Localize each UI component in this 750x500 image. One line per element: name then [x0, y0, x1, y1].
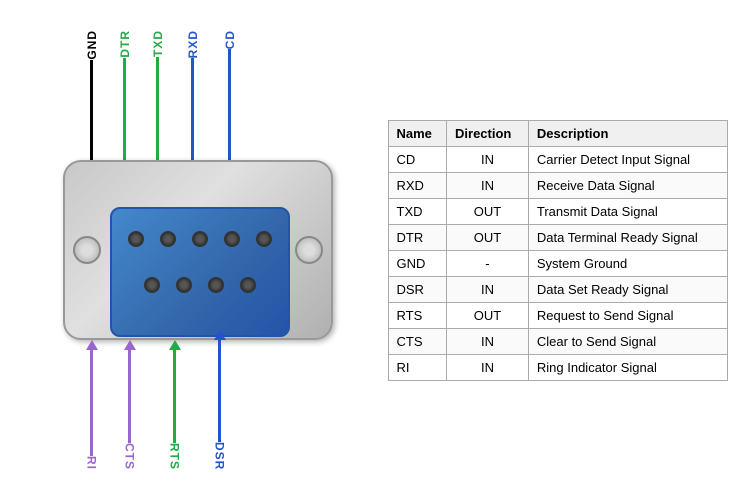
table-row: RIINRing Indicator Signal: [388, 354, 727, 380]
cell-direction: IN: [447, 354, 529, 380]
col-header-name: Name: [388, 120, 447, 146]
connector-body-wrapper: [63, 140, 333, 360]
pin-5: [256, 231, 272, 247]
arrow-rts: RTS: [168, 340, 182, 470]
col-header-description: Description: [528, 120, 727, 146]
cell-direction: -: [447, 250, 529, 276]
table-row: RXDINReceive Data Signal: [388, 172, 727, 198]
connector-diagram: GND DTR TXD RXD CD: [23, 20, 383, 480]
pin-1: [128, 231, 144, 247]
table-row: CTSINClear to Send Signal: [388, 328, 727, 354]
cell-direction: IN: [447, 276, 529, 302]
pin-row-bottom: [112, 277, 288, 293]
screw-hole-left: [73, 236, 101, 264]
col-header-direction: Direction: [447, 120, 529, 146]
pin-8: [208, 277, 224, 293]
pin-3: [192, 231, 208, 247]
cell-name: DTR: [388, 224, 447, 250]
db9-table: Name Direction Description CDINCarrier D…: [388, 120, 728, 381]
label-rxd: RXD: [186, 30, 200, 58]
cell-name: RTS: [388, 302, 447, 328]
pin-4: [224, 231, 240, 247]
cell-name: CD: [388, 146, 447, 172]
cell-description: Receive Data Signal: [528, 172, 727, 198]
cell-direction: IN: [447, 328, 529, 354]
label-txd: TXD: [151, 30, 165, 57]
pin-2: [160, 231, 176, 247]
label-gnd: GND: [85, 30, 99, 60]
label-dtr: DTR: [118, 30, 132, 58]
cell-description: Carrier Detect Input Signal: [528, 146, 727, 172]
arrow-ri: RI: [85, 340, 99, 470]
pin-7: [176, 277, 192, 293]
cell-direction: OUT: [447, 198, 529, 224]
pin-row-top: [112, 231, 288, 247]
cell-direction: IN: [447, 146, 529, 172]
arrow-cts: CTS: [123, 340, 137, 470]
table-row: TXDOUTTransmit Data Signal: [388, 198, 727, 224]
arrow-dsr: DSR: [213, 330, 227, 470]
table-row: DSRINData Set Ready Signal: [388, 276, 727, 302]
signal-table: Name Direction Description CDINCarrier D…: [388, 120, 728, 381]
cell-description: Data Set Ready Signal: [528, 276, 727, 302]
cell-description: Data Terminal Ready Signal: [528, 224, 727, 250]
cell-name: DSR: [388, 276, 447, 302]
cell-name: RI: [388, 354, 447, 380]
cell-name: GND: [388, 250, 447, 276]
cell-name: CTS: [388, 328, 447, 354]
cell-description: System Ground: [528, 250, 727, 276]
cell-description: Transmit Data Signal: [528, 198, 727, 224]
cell-description: Request to Send Signal: [528, 302, 727, 328]
connector-metal-body: [63, 160, 333, 340]
label-dsr: DSR: [213, 442, 227, 470]
screw-hole-right: [295, 236, 323, 264]
table-row: DTROUTData Terminal Ready Signal: [388, 224, 727, 250]
main-container: GND DTR TXD RXD CD: [0, 0, 750, 500]
label-cts: CTS: [123, 443, 137, 470]
cell-name: RXD: [388, 172, 447, 198]
cell-name: TXD: [388, 198, 447, 224]
table-row: CDINCarrier Detect Input Signal: [388, 146, 727, 172]
table-header-row: Name Direction Description: [388, 120, 727, 146]
table-row: GND-System Ground: [388, 250, 727, 276]
cell-direction: IN: [447, 172, 529, 198]
table-row: RTSOUTRequest to Send Signal: [388, 302, 727, 328]
label-rts: RTS: [168, 443, 182, 470]
label-cd: CD: [223, 30, 237, 49]
pin-9: [240, 277, 256, 293]
label-ri: RI: [85, 456, 99, 470]
cell-description: Clear to Send Signal: [528, 328, 727, 354]
table-body: CDINCarrier Detect Input SignalRXDINRece…: [388, 146, 727, 380]
blue-connector-inner: [110, 207, 290, 337]
cell-direction: OUT: [447, 302, 529, 328]
pin-6: [144, 277, 160, 293]
cell-description: Ring Indicator Signal: [528, 354, 727, 380]
cell-direction: OUT: [447, 224, 529, 250]
